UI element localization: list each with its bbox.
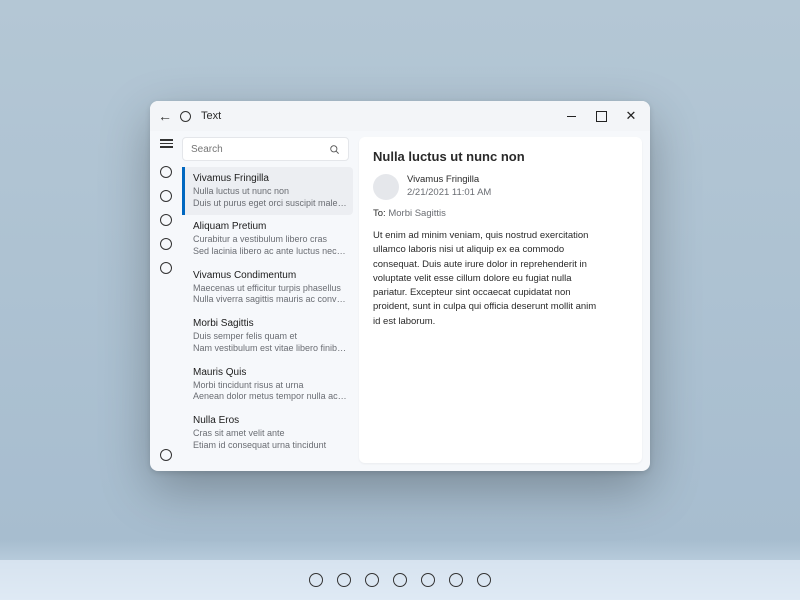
titlebar[interactable]: ← Text ✕ bbox=[150, 101, 650, 131]
nav-item-3[interactable] bbox=[160, 214, 172, 226]
message-preview: Etiam id consequat urna tincidunt bbox=[193, 440, 347, 452]
nav-item-5[interactable] bbox=[160, 262, 172, 274]
message-from: Vivamus Fringilla bbox=[193, 172, 347, 185]
nav-item-4[interactable] bbox=[160, 238, 172, 250]
message-preview: Duis ut purus eget orci suscipit malesua… bbox=[193, 198, 347, 210]
message-subject: Nulla luctus ut nunc non bbox=[193, 186, 347, 198]
message-item[interactable]: Morbi SagittisDuis semper felis quam etN… bbox=[182, 312, 353, 360]
window-controls: ✕ bbox=[556, 101, 646, 131]
nav-item-2[interactable] bbox=[160, 190, 172, 202]
message-subject: Maecenas ut efficitur turpis phasellus bbox=[193, 283, 347, 295]
message-from: Aliquam Pretium bbox=[193, 220, 347, 233]
nav-item-1[interactable] bbox=[160, 166, 172, 178]
message-subject: Cras sit amet velit ante bbox=[193, 428, 347, 440]
message-from: Nulla Eros bbox=[193, 414, 347, 427]
message-from: Morbi Sagittis bbox=[193, 317, 347, 330]
message-list[interactable]: Vivamus FringillaNulla luctus ut nunc no… bbox=[182, 167, 353, 465]
to-label: To: bbox=[373, 208, 386, 219]
search-icon bbox=[329, 144, 340, 155]
message-item[interactable]: Vivamus CondimentumMaecenas ut efficitur… bbox=[182, 264, 353, 312]
maximize-button[interactable] bbox=[586, 101, 616, 131]
message-subject: Curabitur a vestibulum libero cras bbox=[193, 234, 347, 246]
taskbar-item[interactable] bbox=[477, 573, 491, 587]
reading-to-line: To: Morbi Sagittis bbox=[373, 208, 628, 219]
message-item[interactable]: Mauris QuisMorbi tincidunt risus at urna… bbox=[182, 361, 353, 409]
reading-pane: Nulla luctus ut nunc non Vivamus Fringil… bbox=[359, 137, 642, 463]
back-icon[interactable]: ← bbox=[158, 108, 172, 124]
reading-meta-text: Vivamus Fringilla 2/21/2021 11:01 AM bbox=[407, 174, 491, 200]
reading-subject: Nulla luctus ut nunc non bbox=[373, 149, 628, 164]
minimize-button[interactable] bbox=[556, 101, 586, 131]
nav-item-bottom[interactable] bbox=[160, 449, 172, 461]
to-value: Morbi Sagittis bbox=[388, 208, 446, 219]
taskbar-item[interactable] bbox=[449, 573, 463, 587]
message-preview: Sed lacinia libero ac ante luctus nec in… bbox=[193, 246, 347, 258]
message-subject: Morbi tincidunt risus at urna bbox=[193, 380, 347, 392]
message-preview: Nulla viverra sagittis mauris ac convall… bbox=[193, 294, 347, 306]
hamburger-icon[interactable] bbox=[160, 139, 173, 148]
taskbar-item[interactable] bbox=[309, 573, 323, 587]
search-input[interactable] bbox=[191, 144, 329, 155]
message-item[interactable]: Vivamus FringillaNulla luctus ut nunc no… bbox=[182, 167, 353, 215]
taskbar-item[interactable] bbox=[365, 573, 379, 587]
avatar bbox=[373, 174, 399, 200]
message-preview: Aenean dolor metus tempor nulla ac dapib… bbox=[193, 391, 347, 403]
nav-rail bbox=[150, 131, 182, 471]
window-body: Vivamus FringillaNulla luctus ut nunc no… bbox=[150, 131, 650, 471]
reading-meta: Vivamus Fringilla 2/21/2021 11:01 AM bbox=[373, 174, 628, 200]
desktop: ← Text ✕ bbox=[0, 0, 800, 600]
message-item[interactable]: Aliquam PretiumCurabitur a vestibulum li… bbox=[182, 215, 353, 263]
taskbar[interactable] bbox=[0, 560, 800, 600]
reading-sender: Vivamus Fringilla bbox=[407, 174, 491, 187]
message-item[interactable]: Nulla ErosCras sit amet velit anteEtiam … bbox=[182, 409, 353, 457]
app-icon bbox=[180, 111, 191, 122]
message-preview: Nam vestibulum est vitae libero finibus … bbox=[193, 343, 347, 355]
reading-body: Ut enim ad minim veniam, quis nostrud ex… bbox=[373, 229, 603, 329]
message-list-column: Vivamus FringillaNulla luctus ut nunc no… bbox=[182, 131, 357, 471]
taskbar-item[interactable] bbox=[421, 573, 435, 587]
message-from: Vivamus Condimentum bbox=[193, 269, 347, 282]
titlebar-left: ← Text bbox=[158, 108, 221, 124]
search-box[interactable] bbox=[182, 137, 349, 161]
taskbar-item[interactable] bbox=[337, 573, 351, 587]
message-subject: Duis semper felis quam et bbox=[193, 331, 347, 343]
close-button[interactable]: ✕ bbox=[616, 101, 646, 131]
reading-date: 2/21/2021 11:01 AM bbox=[407, 187, 491, 200]
window-title: Text bbox=[201, 110, 221, 122]
app-window: ← Text ✕ bbox=[150, 101, 650, 471]
taskbar-item[interactable] bbox=[393, 573, 407, 587]
message-from: Mauris Quis bbox=[193, 366, 347, 379]
